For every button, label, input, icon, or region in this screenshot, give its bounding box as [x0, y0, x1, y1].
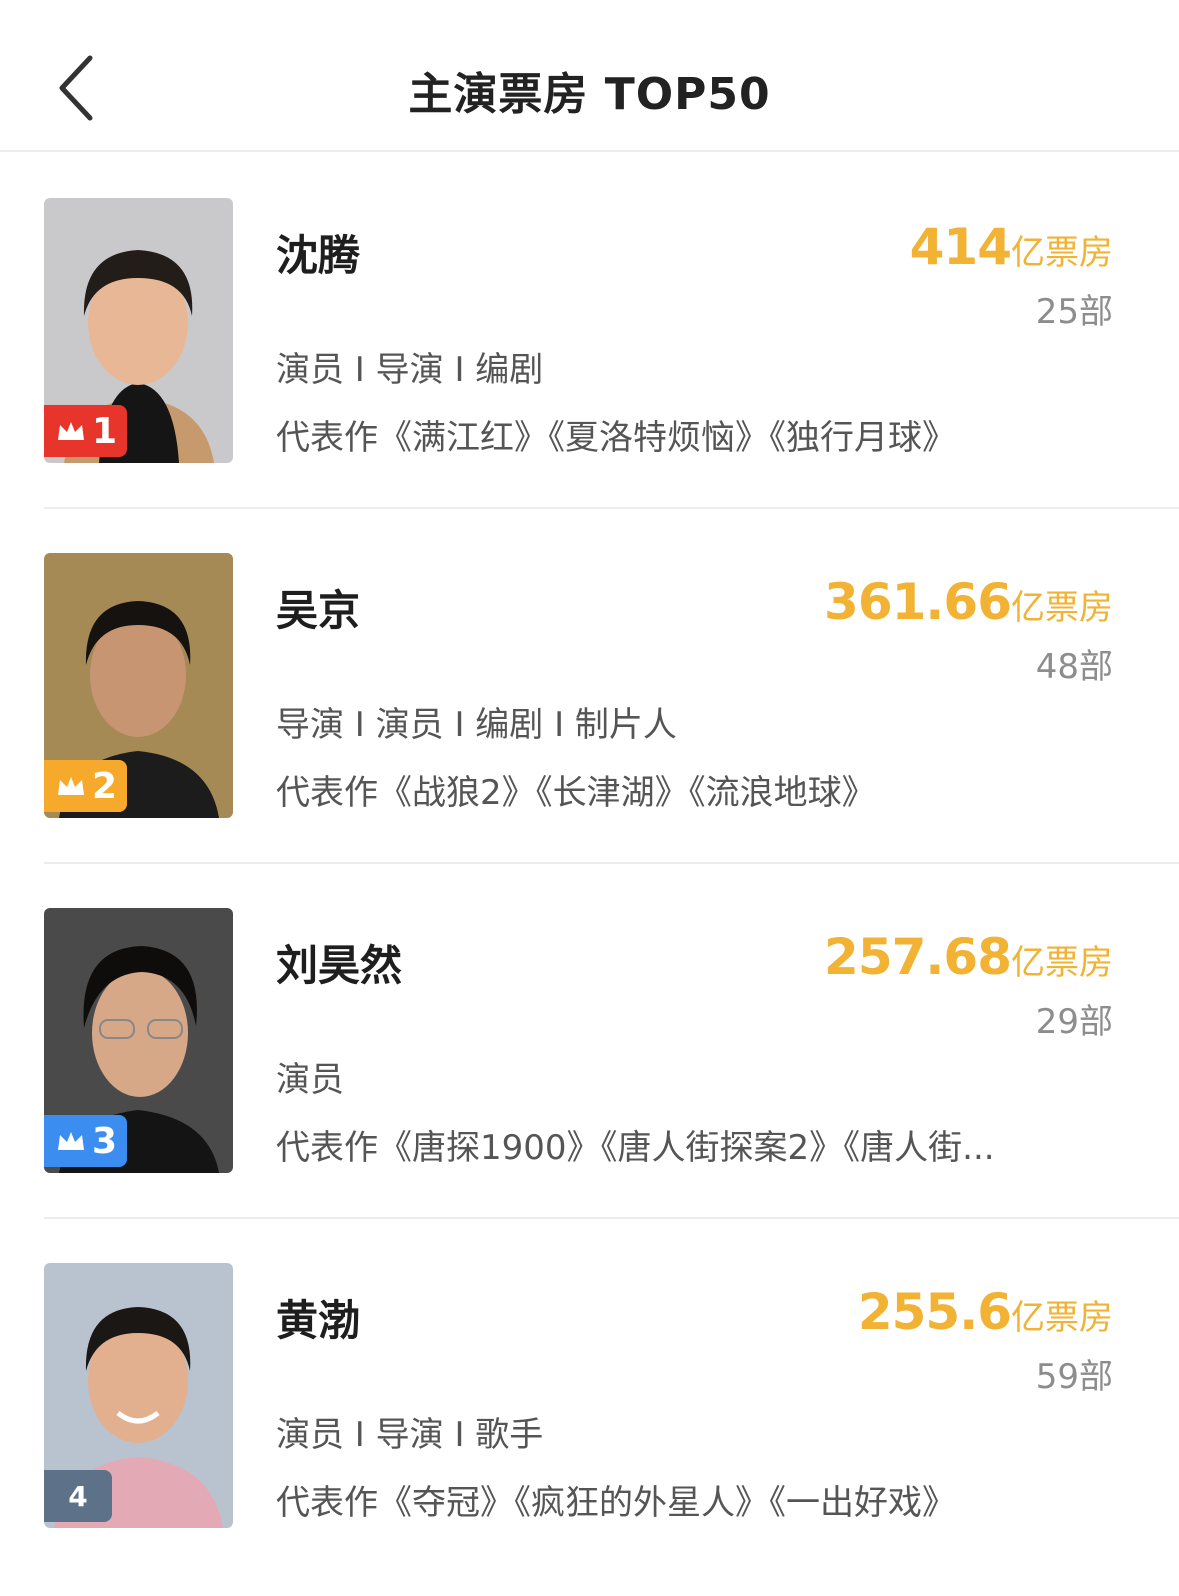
actor-name: 刘昊然 — [276, 941, 403, 990]
actor-photo: 2 — [44, 553, 233, 818]
boxoffice-total: 257.68亿票房 — [824, 928, 1113, 986]
rank-number: 1 — [92, 410, 118, 452]
boxoffice-unit: 亿票房 — [1011, 943, 1113, 983]
actor-photo: 4 — [44, 1263, 233, 1528]
actor-name: 沈腾 — [276, 231, 361, 280]
actor-photo: 1 — [44, 198, 233, 463]
representative-works: 代表作《唐探1900》《唐人街探案2》《唐人街... — [276, 1128, 995, 1168]
representative-works: 代表作《战狼2》《长津湖》《流浪地球》 — [276, 773, 876, 813]
rank-badge: 4 — [44, 1470, 112, 1522]
film-count: 25部 — [1035, 292, 1113, 332]
boxoffice-total: 361.66亿票房 — [824, 573, 1113, 631]
boxoffice-value: 255.6 — [857, 1283, 1012, 1341]
boxoffice-total: 255.6亿票房 — [858, 1283, 1113, 1341]
representative-works: 代表作《满江红》《夏洛特烦恼》《独行月球》 — [276, 418, 956, 458]
actor-list-item[interactable]: 3 刘昊然 257.68亿票房 29部 演员 代表作《唐探1900》《唐人街探案… — [0, 864, 1179, 1219]
actor-roles: 演员 I 导演 I 歌手 — [276, 1415, 544, 1455]
actor-roles: 演员 I 导演 I 编剧 — [276, 350, 544, 390]
actor-list-item[interactable]: 2 吴京 361.66亿票房 48部 导演 I 演员 I 编剧 I 制片人 代表… — [0, 509, 1179, 864]
boxoffice-unit: 亿票房 — [1011, 233, 1113, 273]
rank-badge: 1 — [44, 405, 128, 457]
actor-roles: 导演 I 演员 I 编剧 I 制片人 — [276, 705, 677, 745]
representative-works: 代表作《夺冠》《疯狂的外星人》《一出好戏》 — [276, 1483, 956, 1523]
rank-badge: 2 — [44, 760, 128, 812]
boxoffice-value: 257.68 — [824, 928, 1012, 986]
film-count: 59部 — [1035, 1357, 1113, 1397]
rank-number: 3 — [92, 1120, 118, 1162]
actor-name: 黄渤 — [276, 1296, 361, 1345]
page-title: 主演票房 TOP50 — [408, 69, 771, 120]
film-count: 29部 — [1035, 1002, 1113, 1042]
actor-name: 吴京 — [276, 586, 361, 635]
boxoffice-total: 414亿票房 — [910, 218, 1113, 276]
rank-number: 4 — [68, 1479, 88, 1513]
crown-icon — [58, 1132, 84, 1150]
crown-icon — [58, 422, 84, 440]
actor-roles: 演员 — [276, 1060, 344, 1100]
top-nav-bar: 主演票房 TOP50 — [0, 0, 1179, 152]
actor-list-item[interactable]: 1 沈腾 414亿票房 25部 演员 I 导演 I 编剧 代表作《满江红》《夏洛… — [0, 154, 1179, 509]
boxoffice-unit: 亿票房 — [1011, 588, 1113, 628]
rank-badge: 3 — [44, 1115, 128, 1167]
boxoffice-unit: 亿票房 — [1011, 1298, 1113, 1338]
actor-photo: 3 — [44, 908, 233, 1173]
boxoffice-value: 361.66 — [824, 573, 1012, 631]
actor-list-item[interactable]: 4 黄渤 255.6亿票房 59部 演员 I 导演 I 歌手 代表作《夺冠》《疯… — [0, 1219, 1179, 1574]
film-count: 48部 — [1035, 647, 1113, 687]
crown-icon — [58, 777, 84, 795]
rank-number: 2 — [92, 765, 118, 807]
boxoffice-value: 414 — [909, 218, 1012, 276]
